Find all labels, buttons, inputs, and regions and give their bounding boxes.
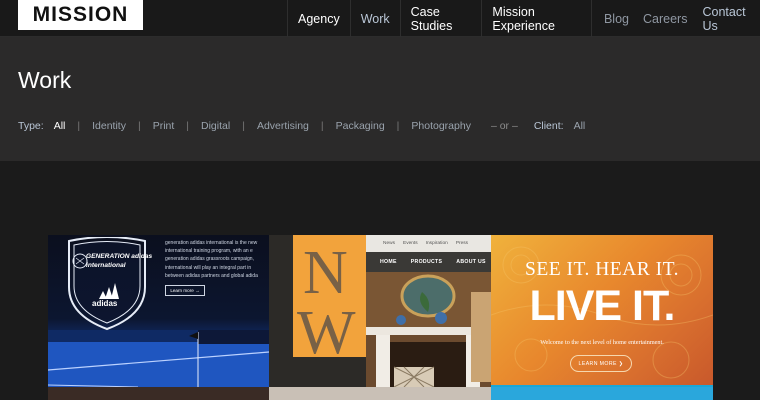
filter-separator: | (242, 120, 245, 132)
filter-separator: | (137, 120, 141, 132)
nw-menu-home: HOME (380, 259, 397, 265)
filter-bar: Type: All | Identity | Print | Digital |… (18, 120, 585, 132)
generation-adidas-shield-icon (68, 237, 146, 331)
svg-text:W: W (297, 299, 356, 357)
nav-agency[interactable]: Agency (287, 0, 350, 37)
adidas-body-copy: generation adidas international is the n… (165, 239, 265, 280)
or-divider: – or – (490, 120, 518, 132)
portfolio-tile-row2-2[interactable] (269, 387, 491, 400)
filter-photography[interactable]: Photography (411, 120, 471, 132)
nw-monogram-icon: N W (297, 239, 356, 357)
adidas-wordmark: adidas (92, 299, 118, 308)
filter-packaging[interactable]: Packaging (336, 120, 385, 132)
nav-careers[interactable]: Careers (636, 0, 694, 37)
type-filter-label: Type: (18, 120, 44, 132)
filter-separator: | (320, 120, 324, 132)
nw-top-links: News Events Inspiration Press (366, 235, 491, 252)
page-title: Work (18, 67, 72, 93)
main-nav: Agency Work Case Studies Mission Experie… (287, 0, 760, 37)
client-filter-label: Client: (533, 120, 564, 132)
copy-line: international will play an integral part… (165, 264, 252, 271)
nw-menu-about: ABOUT US (456, 259, 486, 265)
adidas-learn-more-button: Learn more → (165, 285, 205, 296)
live-it-learn-more-button: LEARN MORE ❯ (570, 355, 632, 372)
nav-blog[interactable]: Blog (592, 0, 636, 37)
copy-line: generation adidas international is the n… (165, 240, 258, 246)
soccer-field-image (48, 330, 269, 387)
client-filter-select[interactable]: All (574, 120, 586, 132)
svg-text:N: N (303, 239, 348, 307)
filter-separator: | (396, 120, 400, 132)
portfolio-tile-live-it[interactable]: SEE IT. HEAR IT. LIVE IT. Welcome to the… (491, 235, 713, 387)
nav-mission-experience[interactable]: Mission Experience (481, 0, 592, 37)
portfolio-tile-nw[interactable]: N W News Events Inspiration Press HOME P… (269, 235, 491, 387)
generation-adidas-subtitle: international (86, 262, 126, 269)
copy-line: between adidas partners and global adida (165, 272, 258, 279)
portfolio-grid: GENERATION adidas international adidas g… (48, 235, 713, 400)
portfolio-tile-row2-1[interactable] (48, 387, 269, 400)
filter-separator: | (77, 120, 81, 132)
headline-see-hear: SEE IT. HEAR IT. (524, 259, 680, 280)
nw-menu: HOME PRODUCTS ABOUT US (366, 252, 491, 272)
interior-room-image (366, 272, 491, 387)
nw-link-events: Events (403, 241, 418, 246)
filter-separator: | (186, 120, 190, 132)
welcome-tagline: Welcome to the next level of home entert… (540, 339, 664, 346)
top-navigation-bar: MISSION Agency Work Case Studies Mission… (0, 0, 760, 37)
filter-all[interactable]: All (54, 120, 66, 132)
copy-line: generation adidas grassroots campaign, (165, 256, 254, 263)
nav-contact-us[interactable]: Contact Us (694, 0, 760, 37)
headline-live-it: LIVE IT. (529, 282, 676, 330)
nav-work[interactable]: Work (349, 0, 400, 37)
generation-adidas-title: GENERATION adidas (86, 253, 153, 260)
copy-line: international training program, with an … (165, 248, 253, 255)
portfolio-tile-adidas[interactable]: GENERATION adidas international adidas g… (48, 235, 269, 387)
filter-advertising[interactable]: Advertising (257, 120, 309, 132)
nav-case-studies[interactable]: Case Studies (399, 0, 482, 37)
mission-logo[interactable]: MISSION (18, 0, 143, 30)
filter-identity[interactable]: Identity (92, 120, 126, 132)
page-header-band: Work Type: All | Identity | Print | Digi… (0, 37, 760, 161)
filter-print[interactable]: Print (153, 120, 175, 132)
nw-link-news: News (383, 241, 395, 246)
nw-menu-products: PRODUCTS (410, 259, 443, 265)
filter-digital[interactable]: Digital (201, 120, 230, 132)
portfolio-tile-row2-3[interactable] (491, 387, 713, 400)
nw-link-press: Press (455, 241, 469, 246)
nw-link-inspiration: Inspiration (425, 241, 448, 246)
